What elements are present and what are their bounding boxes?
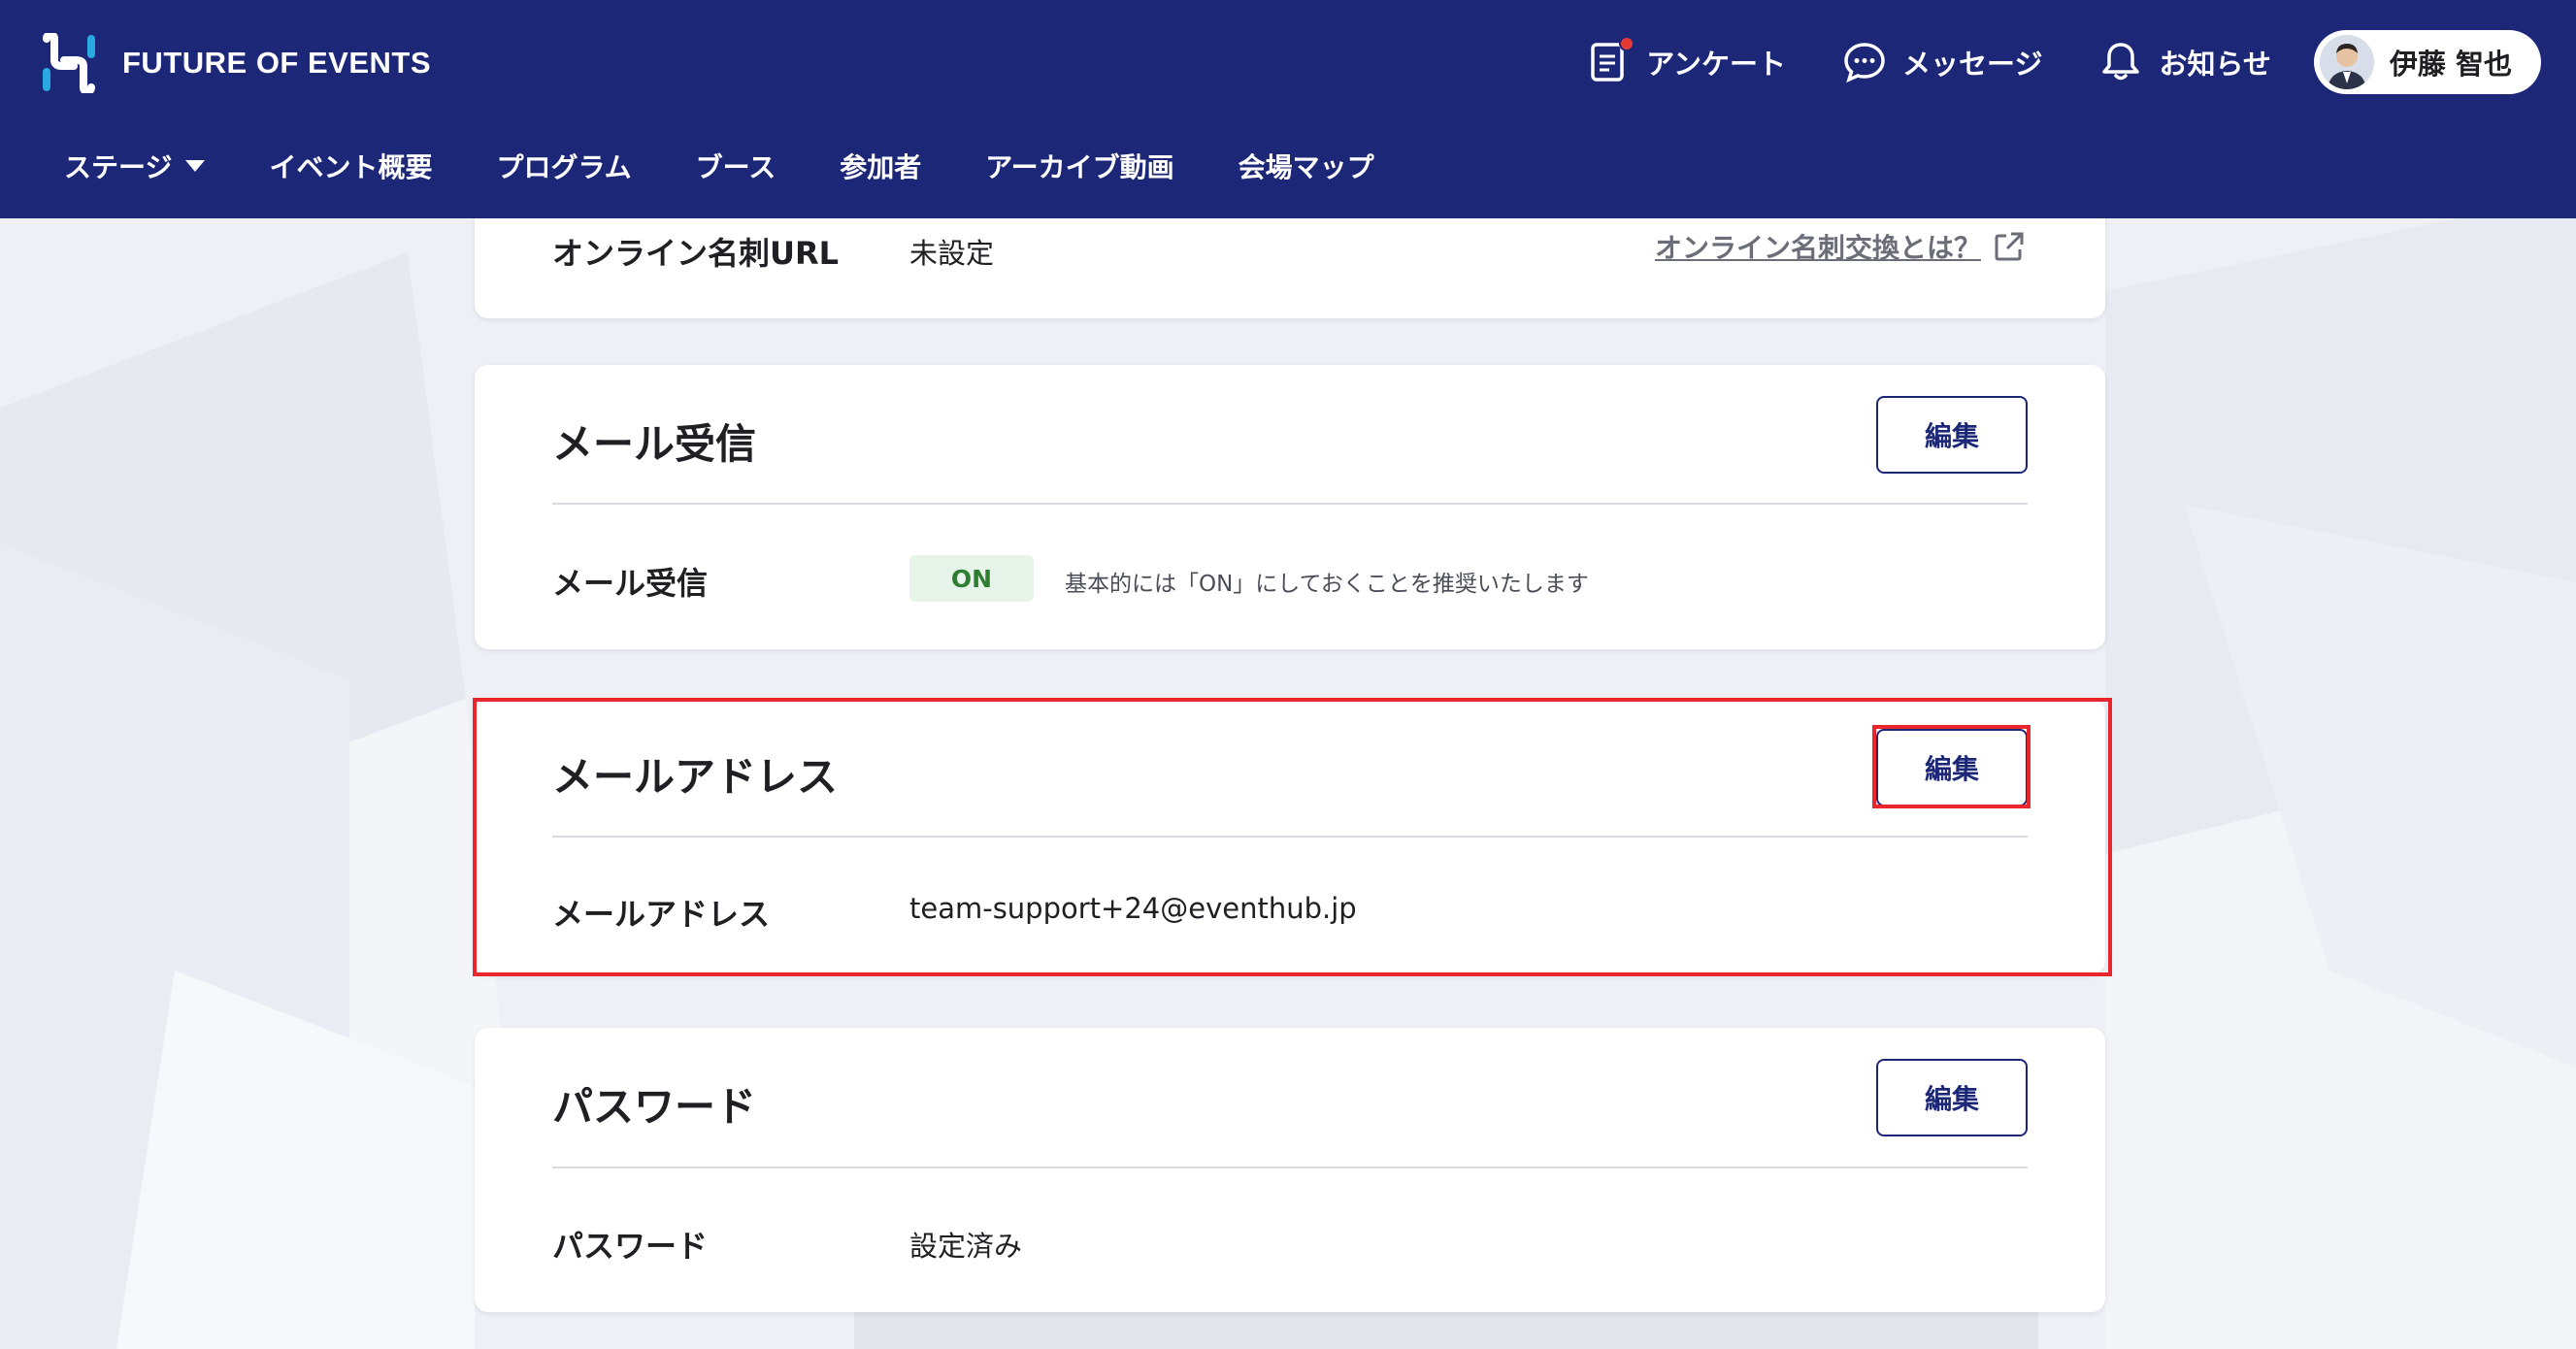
message-button[interactable]: メッセージ [1842, 40, 2042, 84]
survey-label: アンケート [1646, 48, 1787, 81]
top-header: FUTURE OF EVENTS アンケート メッセージ お知らせ 伊藤 智也 … [0, 0, 2576, 218]
divider [552, 503, 2028, 505]
nav-item-archive-video[interactable]: アーカイブ動画 [985, 147, 1173, 185]
divider [552, 1167, 2028, 1168]
password-value: 設定済み [909, 1230, 1023, 1263]
message-icon [1842, 40, 1887, 84]
email-title: メールアドレス [552, 753, 839, 801]
brand-logo-icon [43, 33, 95, 93]
notification-button[interactable]: お知らせ [2098, 40, 2271, 84]
user-menu-button[interactable]: 伊藤 智也 [2313, 30, 2541, 94]
email-value: team-support+24@eventhub.jp [909, 892, 1357, 925]
mail-receive-section: メール受信 編集 メール受信 ON 基本的には「ON」にしておくことを推奨いたし… [475, 365, 2105, 649]
nav-item-label: 参加者 [840, 151, 922, 183]
nav-item-label: プログラム [496, 151, 632, 183]
survey-notification-badge [1619, 36, 1635, 51]
mail-receive-row-label: メール受信 [552, 565, 709, 602]
email-row-label: メールアドレス [552, 896, 771, 933]
mail-receive-hint: 基本的には「ON」にしておくことを推奨いたします [1065, 572, 1589, 597]
notification-label: お知らせ [2159, 48, 2271, 81]
nav-item-program[interactable]: プログラム [496, 147, 631, 185]
external-link-icon [1995, 232, 2024, 261]
nav-item-venue-map[interactable]: 会場マップ [1238, 147, 1374, 185]
caret-down-icon [185, 160, 206, 172]
nav-item-participants[interactable]: 参加者 [840, 147, 921, 185]
bell-icon [2098, 40, 2143, 84]
message-label: メッセージ [1902, 48, 2043, 81]
status-badge: ON [909, 555, 1034, 602]
password-section: パスワード 編集 パスワード 設定済み [475, 1028, 2105, 1312]
divider [552, 836, 2028, 838]
password-title: パスワード [552, 1083, 757, 1131]
nav-item-label: 会場マップ [1238, 151, 1374, 183]
online-card-help-link-text: オンライン名刺交換とは？ [1654, 232, 1981, 264]
online-card-help-link[interactable]: オンライン名刺交換とは？ [1655, 227, 2026, 266]
nav-item-stage[interactable]: ステージ [64, 147, 206, 185]
online-card-url-label: オンライン名刺URL [552, 235, 840, 272]
mail-receive-title: メール受信 [552, 420, 757, 468]
survey-icon [1586, 36, 1635, 84]
header-actions: アンケート メッセージ お知らせ 伊藤 智也 [1530, 29, 2541, 95]
brand[interactable]: FUTURE OF EVENTS [39, 33, 431, 93]
nav-item-label: アーカイブ動画 [985, 151, 1174, 183]
nav-item-stage-label: ステージ [64, 151, 173, 183]
nav-item-label: イベント概要 [269, 151, 433, 183]
password-edit-button[interactable]: 編集 [1876, 1059, 2028, 1136]
avatar [2319, 35, 2374, 89]
password-row-label: パスワード [552, 1228, 709, 1265]
nav-item-event-overview[interactable]: イベント概要 [269, 147, 432, 185]
brand-name: FUTURE OF EVENTS [122, 46, 432, 80]
email-section: メールアドレス 編集 メールアドレス team-support+24@event… [475, 700, 2105, 974]
online-card-url-value: 未設定 [909, 237, 995, 270]
user-name: 伊藤 智也 [2389, 48, 2512, 81]
nav-item-label: ブース [695, 151, 776, 183]
email-edit-button[interactable]: 編集 [1876, 729, 2028, 806]
main-nav: ステージ イベント概要 プログラム ブース 参加者 アーカイブ動画 会場マップ [64, 141, 1438, 191]
nav-item-booth[interactable]: ブース [696, 147, 776, 185]
mail-receive-edit-button[interactable]: 編集 [1876, 396, 2028, 474]
survey-button[interactable]: アンケート [1586, 36, 1787, 84]
